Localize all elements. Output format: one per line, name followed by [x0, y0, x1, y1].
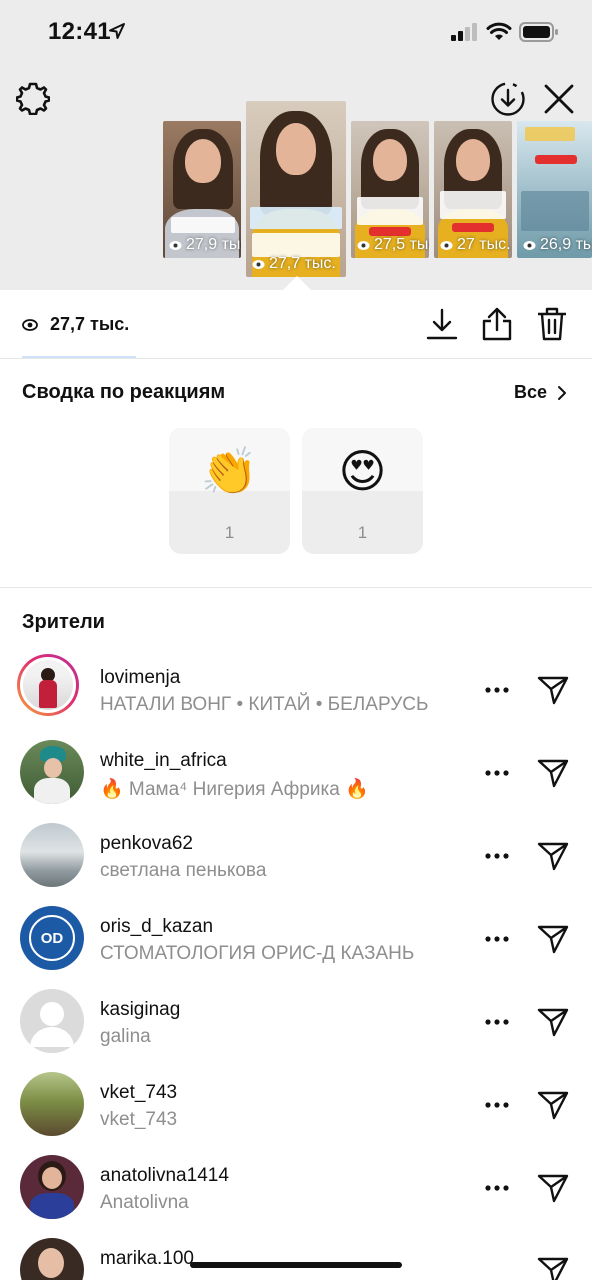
gear-icon[interactable]: [16, 81, 50, 115]
viewer-fullname: СТОМАТОЛОГИЯ ОРИС-Д КАЗАНЬ: [100, 943, 415, 964]
viewer-row: vket_743 vket_743: [0, 1063, 592, 1146]
viewer-fullname: 🔥 Мама⁴ Нигерия Африка 🔥: [100, 779, 369, 800]
see-all-button[interactable]: Все: [514, 382, 567, 403]
send-message-icon[interactable]: [537, 841, 569, 871]
selected-pointer: [283, 276, 311, 290]
send-message-icon[interactable]: [537, 1007, 569, 1037]
viewer-username[interactable]: anatolivna1414: [100, 1165, 229, 1187]
avatar[interactable]: [17, 654, 79, 716]
send-message-icon[interactable]: [537, 1173, 569, 1203]
reaction-count: 1: [357, 523, 368, 542]
more-options-icon[interactable]: [484, 1101, 510, 1109]
divider: [0, 358, 592, 359]
thumbnail-views: 27 тыс.: [440, 236, 511, 254]
reaction-count: 1: [224, 523, 235, 542]
send-message-icon[interactable]: [537, 1256, 569, 1280]
reaction-card-heart-eyes[interactable]: 😍 1: [302, 428, 423, 554]
download-icon[interactable]: [426, 307, 458, 341]
close-icon[interactable]: [542, 82, 576, 116]
more-options-icon[interactable]: [484, 1184, 510, 1192]
views-count: 27,7 тыс.: [50, 314, 130, 334]
story-thumbnail-selected[interactable]: 27,7 тыс.: [246, 101, 346, 277]
eye-icon: [357, 240, 370, 250]
viewer-username[interactable]: vket_743: [100, 1082, 177, 1104]
home-indicator[interactable]: [190, 1262, 402, 1268]
viewer-row: kasiginag galina: [0, 980, 592, 1063]
avatar[interactable]: [20, 823, 84, 887]
viewer-fullname: НАТАЛИ ВОНГ • КИТАЙ • БЕЛАРУСЬ: [100, 694, 429, 715]
viewer-username[interactable]: marika.100: [100, 1248, 194, 1270]
viewers-title: Зрители: [22, 611, 105, 633]
story-thumbnail[interactable]: 27,5 тыс.: [351, 121, 429, 258]
avatar[interactable]: [20, 1072, 84, 1136]
wifi-icon: [486, 22, 512, 40]
person-placeholder-icon: [30, 1002, 74, 1047]
thumbnail-views: 27,9 тыс.: [169, 236, 241, 254]
share-icon[interactable]: [481, 306, 513, 342]
chevron-right-icon: [558, 385, 567, 400]
thumbnail-views: 27,5 тыс.: [357, 236, 429, 254]
reactions-title: Сводка по реакциям: [22, 381, 226, 403]
status-time: 12:41: [48, 18, 111, 45]
viewer-fullname: vket_743: [100, 1109, 178, 1130]
avatar[interactable]: [20, 1238, 84, 1280]
viewer-row: lovimenja НАТАЛИ ВОНГ • КИТАЙ • БЕЛАРУСЬ: [0, 648, 592, 731]
eye-icon: [252, 259, 265, 269]
status-bar: 12:41: [0, 0, 592, 64]
thumbnail-views: 26,9 тыс.: [523, 236, 592, 254]
viewer-fullname: galina: [100, 1026, 151, 1047]
see-all-label: Все: [514, 382, 548, 402]
story-thumbnail[interactable]: 27,9 тыс.: [163, 121, 241, 258]
viewer-row: marika.100: [0, 1229, 592, 1280]
more-options-icon[interactable]: [484, 769, 510, 777]
avatar-logo-text: OD: [40, 929, 64, 947]
send-message-icon[interactable]: [537, 758, 569, 788]
heart-eyes-emoji: 😍: [338, 445, 387, 497]
story-thumbnail[interactable]: 26,9 тыс.: [517, 121, 592, 258]
divider: [0, 587, 592, 588]
reaction-card-clap[interactable]: 👏 1: [169, 428, 290, 554]
viewer-row: OD oris_d_kazan СТОМАТОЛОГИЯ ОРИС-Д КАЗА…: [0, 897, 592, 980]
thumbnail-views: 27,7 тыс.: [252, 255, 336, 273]
default-avatar[interactable]: [20, 989, 84, 1053]
eye-icon: [523, 240, 536, 250]
more-options-icon[interactable]: [484, 686, 510, 694]
eye-icon: [169, 240, 182, 250]
avatar[interactable]: [20, 1155, 84, 1219]
viewer-row: anatolivna1414 Anatolivna: [0, 1146, 592, 1229]
eye-icon: [440, 240, 453, 250]
viewer-username[interactable]: kasiginag: [100, 999, 180, 1021]
viewer-username[interactable]: oris_d_kazan: [100, 916, 213, 938]
eye-icon: [22, 319, 38, 331]
download-circle-icon[interactable]: [490, 81, 526, 117]
viewer-row: white_in_africa 🔥 Мама⁴ Нигерия Африка 🔥: [0, 731, 592, 814]
viewer-fullname: светлана пенькова: [100, 860, 267, 881]
avatar[interactable]: OD: [20, 906, 84, 970]
more-options-icon[interactable]: [484, 1018, 510, 1026]
send-message-icon[interactable]: [537, 924, 569, 954]
avatar[interactable]: [20, 740, 84, 804]
story-thumbnail[interactable]: 27 тыс.: [434, 121, 512, 258]
viewer-username[interactable]: penkova62: [100, 833, 193, 855]
location-arrow-icon: [109, 23, 125, 39]
trash-icon[interactable]: [536, 306, 568, 342]
story-stats-bar: 27,7 тыс.: [0, 290, 592, 358]
send-message-icon[interactable]: [537, 675, 569, 705]
more-options-icon[interactable]: [484, 852, 510, 860]
more-options-icon[interactable]: [484, 935, 510, 943]
viewer-username[interactable]: white_in_africa: [100, 750, 227, 772]
viewer-row: penkova62 светлана пенькова: [0, 814, 592, 897]
send-message-icon[interactable]: [537, 1090, 569, 1120]
battery-icon: [519, 22, 558, 42]
cellular-signal-icon: [451, 23, 477, 41]
viewer-fullname: Anatolivna: [100, 1192, 189, 1213]
viewer-username[interactable]: lovimenja: [100, 667, 180, 689]
clapping-hands-emoji: 👏: [200, 445, 259, 497]
